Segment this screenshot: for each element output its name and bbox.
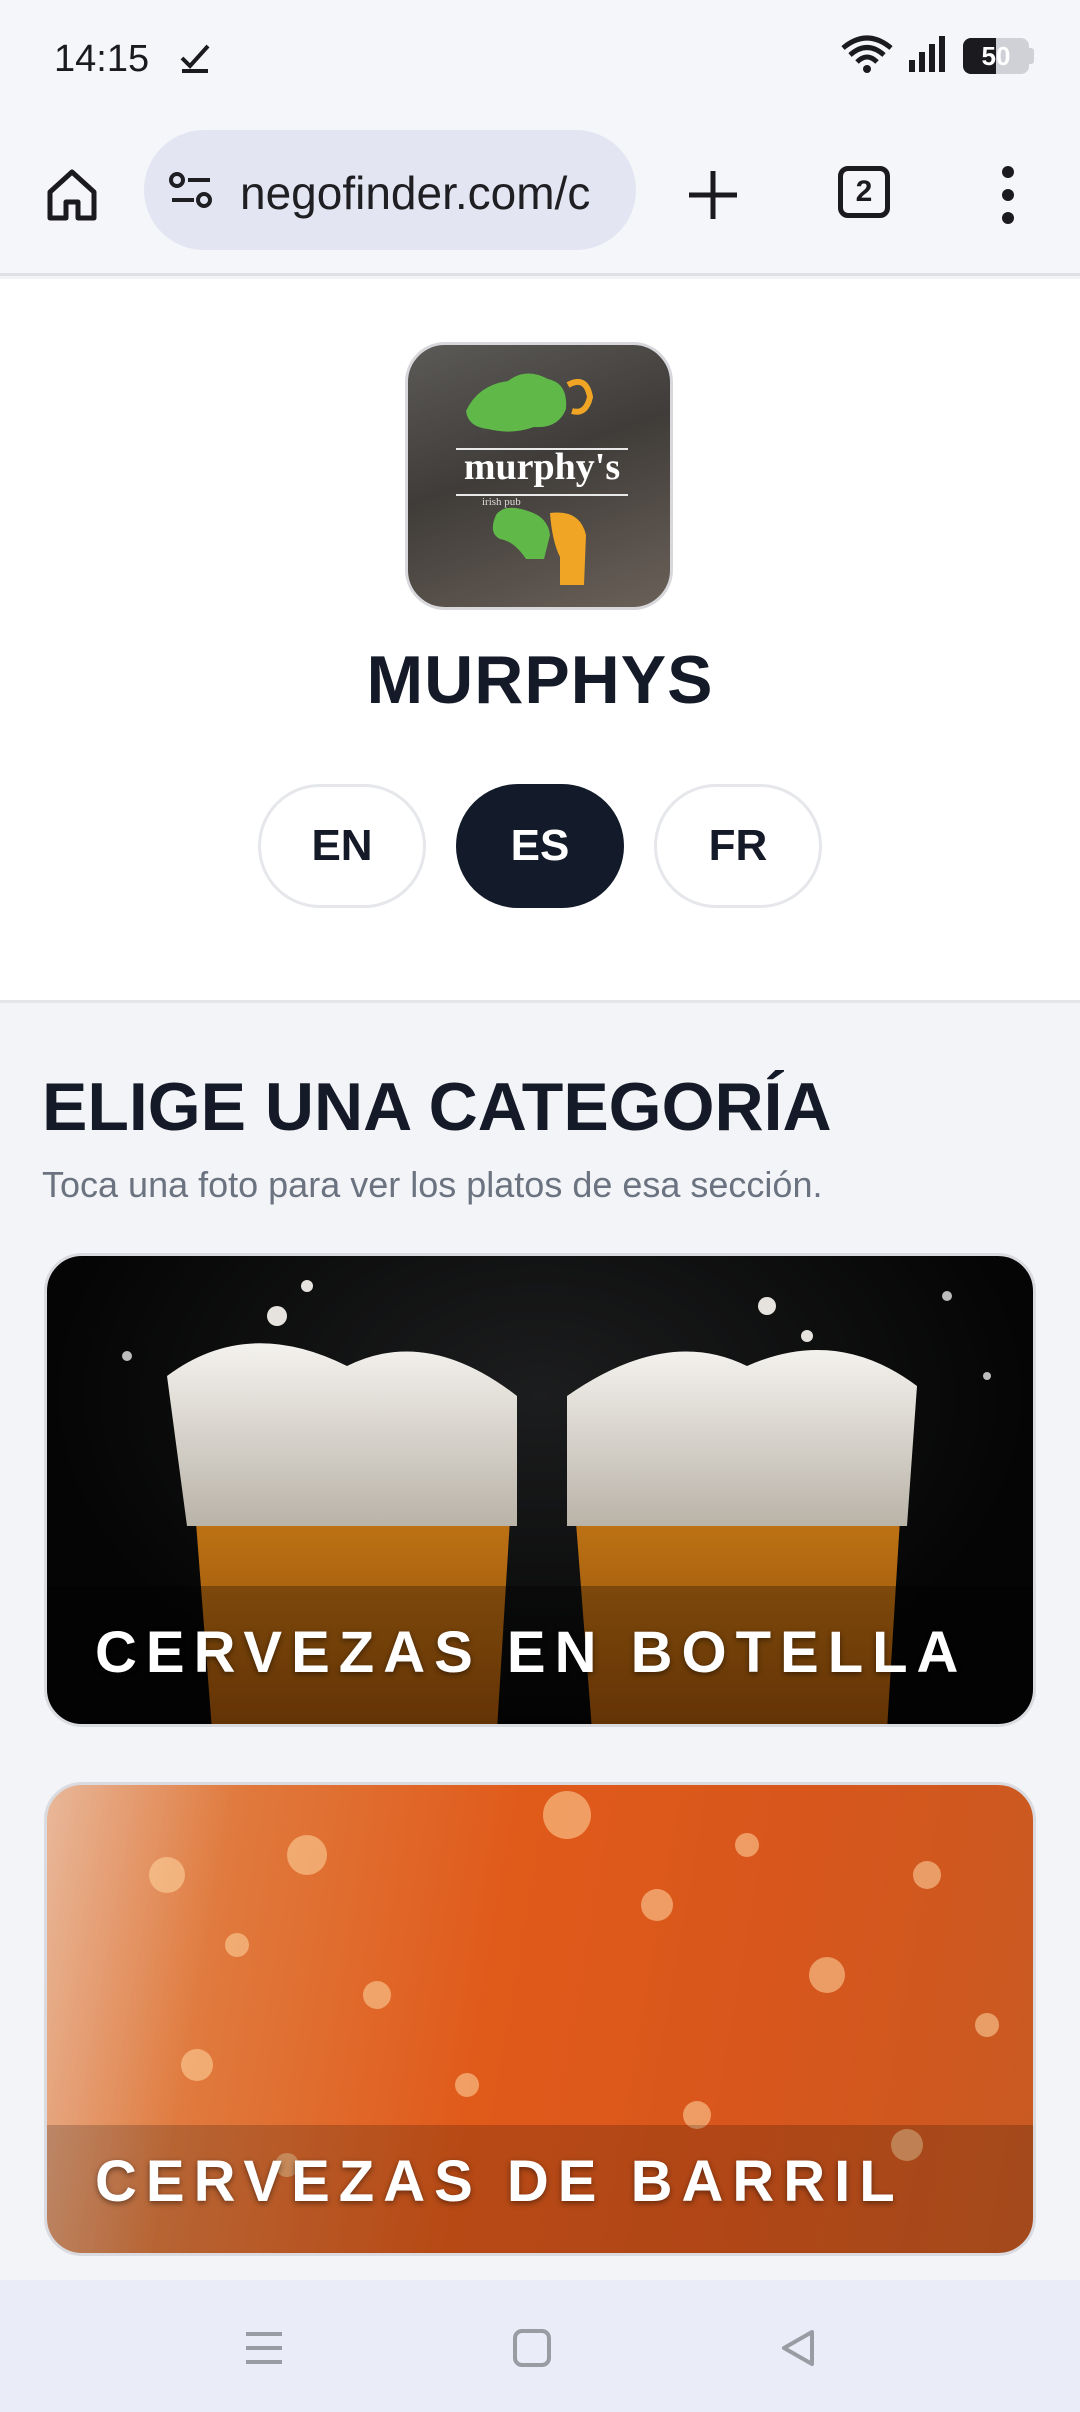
address-bar[interactable]: negofinder.com/c xyxy=(144,130,636,250)
wifi-icon xyxy=(841,34,893,79)
category-label: CERVEZAS DE BARRIL xyxy=(95,2149,904,2214)
system-nav-bar xyxy=(0,2280,1080,2412)
business-name: MURPHYS xyxy=(366,642,714,718)
language-selector: EN ES FR xyxy=(258,784,822,908)
battery-tip xyxy=(1029,48,1034,64)
battery-icon: 50 xyxy=(963,38,1029,74)
logo-subtext: irish pub xyxy=(482,496,521,508)
category-card-bottled-beer[interactable]: CERVEZAS EN BOTELLA xyxy=(44,1253,1036,1727)
check-icon xyxy=(178,40,212,74)
tab-count: 2 xyxy=(855,175,873,208)
recents-icon[interactable] xyxy=(240,2324,288,2372)
tab-switcher-icon[interactable]: 2 xyxy=(838,166,890,218)
status-bar: 14:15 50 xyxy=(0,0,1080,124)
status-icons: 50 xyxy=(841,34,1034,78)
business-header: murphy's irish pub MURPHYS EN ES FR xyxy=(0,279,1080,1003)
section-title: ELIGE UNA CATEGORÍA xyxy=(42,1069,832,1145)
lang-button-en[interactable]: EN xyxy=(258,784,426,908)
more-menu-icon[interactable] xyxy=(980,160,1036,230)
new-tab-icon[interactable] xyxy=(678,160,748,230)
business-logo: murphy's irish pub xyxy=(405,342,673,610)
home-nav-icon[interactable] xyxy=(508,2324,556,2372)
url-text[interactable]: negofinder.com/c xyxy=(240,166,590,220)
lang-button-fr[interactable]: FR xyxy=(654,784,822,908)
section-subtitle: Toca una foto para ver los platos de esa… xyxy=(42,1164,823,1205)
status-time: 14:15 xyxy=(54,38,150,80)
battery-level: 50 xyxy=(981,41,1011,71)
category-card-draft-beer[interactable]: CERVEZAS DE BARRIL xyxy=(44,1782,1036,2256)
home-icon[interactable] xyxy=(40,162,104,226)
category-label: CERVEZAS EN BOTELLA xyxy=(95,1620,968,1685)
site-settings-icon[interactable] xyxy=(168,170,214,210)
back-icon[interactable] xyxy=(774,2324,822,2372)
logo-wordmark: murphy's xyxy=(464,446,620,488)
signal-icon xyxy=(907,34,949,79)
lang-button-es[interactable]: ES xyxy=(456,784,624,908)
browser-toolbar: negofinder.com/c 2 xyxy=(0,124,1080,276)
